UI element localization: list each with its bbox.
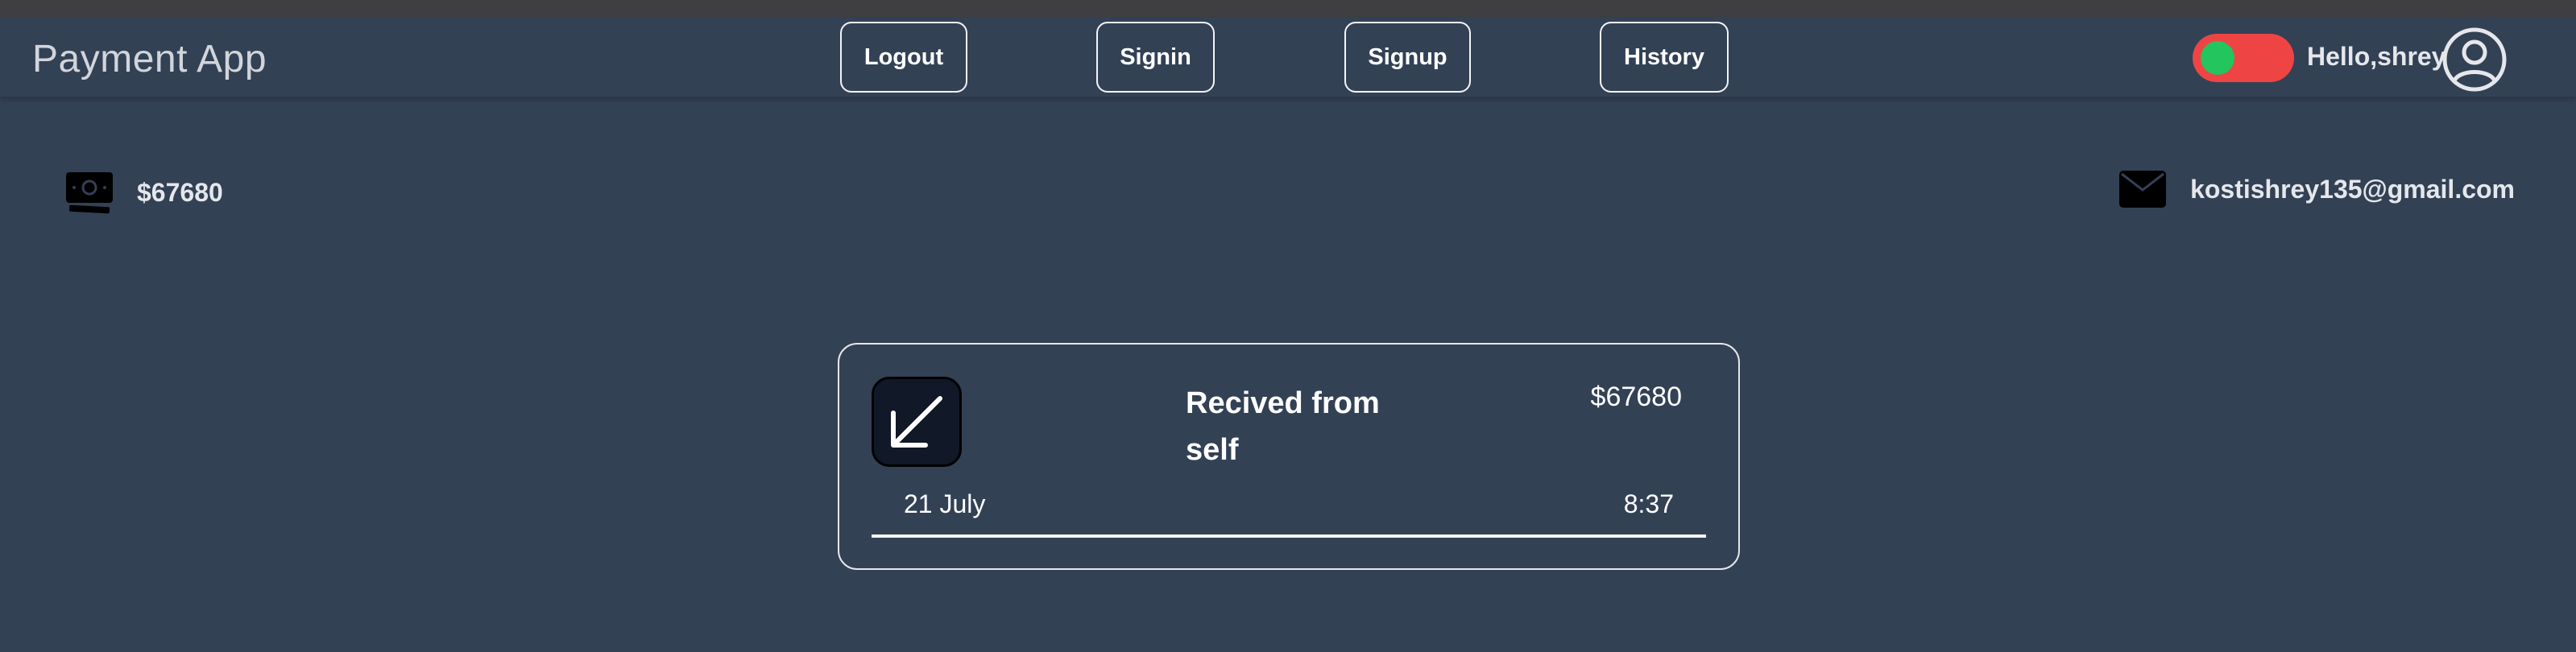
user-greeting: Hello,shrey [2307, 42, 2446, 71]
app-title: Payment App [32, 38, 267, 80]
balance-value: $67680 [137, 177, 223, 207]
cash-icon [66, 172, 113, 214]
email-section: kostishrey135@gmail.com [2119, 171, 2515, 208]
transaction-time: 8:37 [1623, 489, 1674, 518]
divider [872, 534, 1706, 538]
arrow-down-left-icon [891, 396, 942, 448]
mail-icon [2119, 171, 2167, 208]
signup-button[interactable]: Signup [1344, 22, 1471, 93]
theme-toggle[interactable] [2193, 34, 2294, 82]
user-avatar-icon[interactable] [2441, 26, 2508, 93]
history-button[interactable]: History [1600, 22, 1729, 93]
transaction-amount: $67680 [1590, 382, 1682, 412]
direction-badge [872, 377, 962, 467]
window-top-strip [0, 0, 2576, 18]
navbar: Payment App Logout Signin Signup History… [0, 18, 2576, 97]
email-value: kostishrey135@gmail.com [2190, 174, 2515, 204]
transaction-date: 21 July [904, 489, 986, 518]
signin-button[interactable]: Signin [1096, 22, 1215, 93]
transaction-title: Recived from self [1186, 386, 1380, 467]
transaction-card[interactable]: Recived from self $67680 21 July 8:37 [838, 343, 1740, 570]
balance-section: $67680 [66, 171, 223, 214]
logout-button[interactable]: Logout [840, 22, 967, 93]
toggle-knob[interactable] [2201, 41, 2234, 75]
